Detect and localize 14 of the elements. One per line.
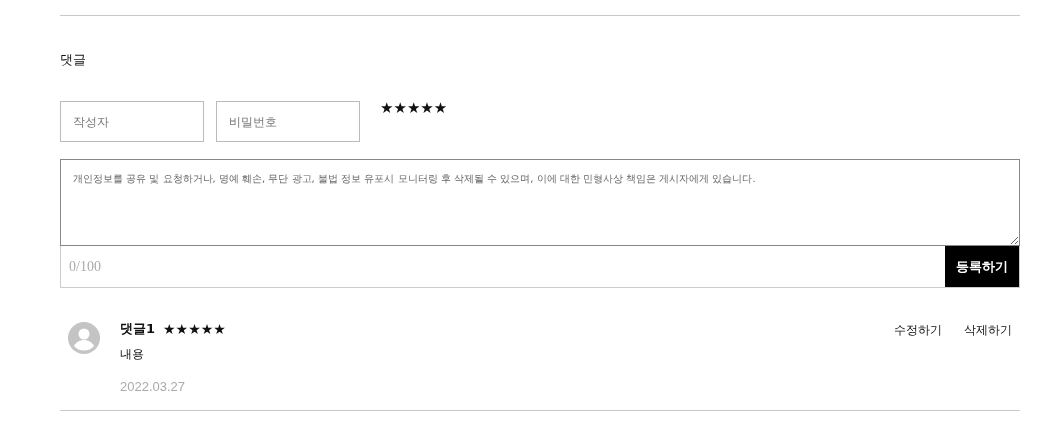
comment-field[interactable]: 개인정보를 공유 및 요청하거나, 명예 훼손, 무단 광고, 불법 정보 유포시 모니터링 후 삭제될 수 있으며, 이에 대한 민형사상 책임은 게시자에게 있습니다. <box>60 159 1020 246</box>
character-count: 0/100 <box>68 258 101 275</box>
author-field[interactable]: 작성자 <box>60 101 204 142</box>
delete-link[interactable]: 삭제하기 <box>964 322 1012 339</box>
comment-text: 내용 <box>120 346 145 363</box>
avatar-icon <box>68 322 100 354</box>
section-title: 댓글 <box>60 51 87 69</box>
submit-button[interactable]: 등록하기 <box>945 246 1019 287</box>
comment-date: 2022.03.27 <box>120 379 187 394</box>
comment-rating: ★★★★★ <box>163 322 226 336</box>
comment-author: 댓글1 <box>120 320 156 338</box>
star-rating[interactable]: ★★★★★ <box>380 101 448 116</box>
password-field[interactable]: 비밀번호 <box>216 101 360 142</box>
edit-link[interactable]: 수정하기 <box>894 322 942 339</box>
